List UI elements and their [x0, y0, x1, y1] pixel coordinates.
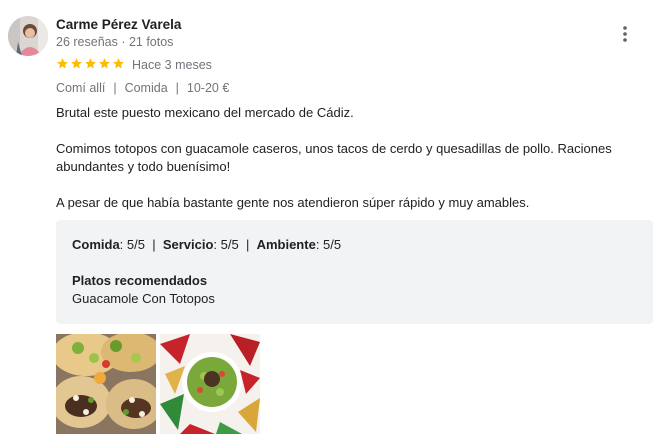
star-icon [99, 58, 110, 69]
star-icon [113, 58, 124, 69]
service-rating-value: : 5/5 [213, 237, 239, 252]
star-rating [56, 57, 125, 70]
star-icon [71, 58, 82, 69]
attribute-separator: | [113, 81, 117, 95]
rating-separator: | [152, 237, 156, 252]
ambience-rating-label: Ambiente [256, 237, 316, 252]
review-photo-tacos[interactable] [56, 334, 156, 434]
author-name[interactable]: Carme Pérez Varela [56, 17, 181, 32]
ambience-rating-value: : 5/5 [315, 237, 342, 252]
service-rating-label: Servicio [162, 237, 214, 252]
star-icon [57, 58, 68, 69]
ratings-panel: Comida: 5/5 | Servicio: 5/5 | Ambiente: … [56, 220, 653, 324]
avatar[interactable] [8, 16, 48, 56]
rating-separator: | [245, 237, 250, 252]
review-paragraph: A pesar de que había bastante gente nos … [56, 195, 530, 210]
attribute-separator: | [175, 81, 179, 95]
more-options-button[interactable] [613, 22, 637, 46]
review-text: Brutal este puesto mexicano del mercado … [56, 104, 616, 230]
attribute-visit: Comí allí [56, 81, 106, 95]
star-icon [85, 58, 96, 69]
review-date: Hace 3 meses [132, 58, 212, 72]
review-attributes: Comí allí | Comida | 10-20 € [56, 81, 229, 95]
attribute-meal: Comida [124, 81, 168, 95]
review-paragraph: Comimos totopos con guacamole caseros, u… [56, 141, 612, 174]
more-vert-icon [623, 26, 627, 42]
food-rating-label: Comida [72, 237, 120, 252]
attribute-price: 10-20 € [186, 81, 230, 95]
recommended-dishes: Guacamole Con Totopos [72, 291, 215, 306]
author-meta: 26 reseñas · 21 fotos [56, 35, 174, 49]
review-paragraph: Brutal este puesto mexicano del mercado … [56, 105, 354, 120]
review-photo-guacamole[interactable] [160, 334, 260, 434]
category-ratings: Comida: 5/5 | Servicio: 5/5 | Ambiente: … [72, 237, 341, 252]
food-rating-value: : 5/5 [119, 237, 145, 252]
recommended-dishes-title: Platos recomendados [72, 273, 208, 288]
